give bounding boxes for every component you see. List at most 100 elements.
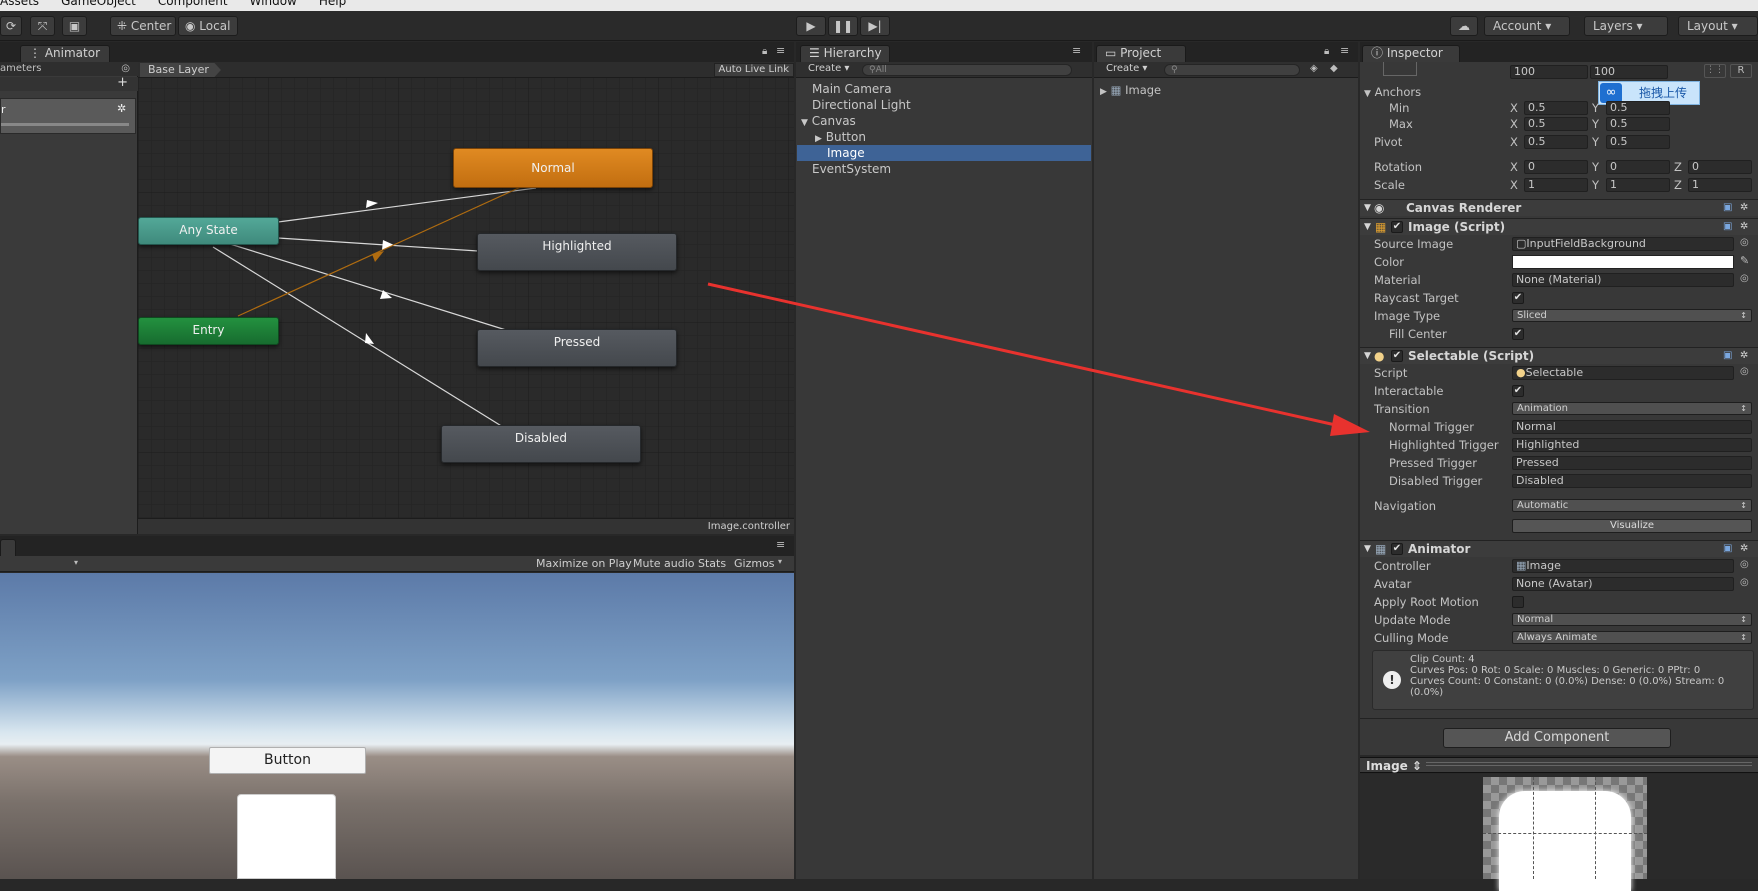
filter-type-icon[interactable]: ◈ [1310, 63, 1318, 74]
game-ui-button[interactable]: Button [209, 747, 366, 774]
normal-trigger-field[interactable]: Normal [1512, 420, 1752, 434]
hierarchy-item-main-camera[interactable]: Main Camera [812, 81, 892, 97]
gear-icon[interactable]: ✲ [117, 102, 126, 115]
image-script-header[interactable]: ▼ ▦ ✔ Image (Script) ▣ ✲ [1360, 218, 1758, 235]
collapse-down-icon[interactable]: ▼ [1364, 200, 1371, 216]
interactable-checkbox[interactable]: ✔ [1512, 385, 1524, 397]
add-component-button[interactable]: Add Component [1443, 728, 1671, 748]
state-pressed[interactable]: Pressed [477, 329, 677, 367]
mute-audio-toggle[interactable]: Mute audio [633, 557, 695, 570]
project-lock-icon[interactable]: 🔒︎ [1324, 46, 1329, 57]
object-picker-icon[interactable]: ◎ [1740, 559, 1749, 570]
animator-component-header[interactable]: ▼ ▦ ✔ Animator ▣ ✲ [1360, 540, 1758, 557]
preview-title[interactable]: Image ⇕ [1366, 759, 1422, 773]
state-entry[interactable]: Entry [138, 317, 279, 345]
menu-help[interactable]: Help [319, 0, 346, 11]
preview-drag-handle[interactable] [1426, 762, 1752, 766]
navigation-dropdown[interactable]: Automatic [1512, 499, 1752, 512]
layer-weight-slider[interactable] [1, 123, 129, 126]
help-book-icon[interactable]: ▣ [1723, 219, 1732, 235]
height-field[interactable]: 100 [1590, 65, 1668, 79]
help-book-icon[interactable]: ▣ [1723, 348, 1732, 364]
script-field[interactable]: ●Selectable [1512, 366, 1734, 380]
collapse-down-icon[interactable]: ▼ [1364, 89, 1371, 99]
tab-animator[interactable]: ⋮ Animator [20, 45, 110, 62]
step-button[interactable]: ▶| [860, 16, 890, 36]
pressed-trigger-field[interactable]: Pressed [1512, 456, 1752, 470]
eye-toggle-icon[interactable]: ◎ [121, 62, 130, 76]
anchor-min-x-field[interactable]: 0.5 [1524, 101, 1588, 115]
rect-tool-icon[interactable]: ▣ [62, 16, 87, 36]
pivot-y-field[interactable]: 0.5 [1606, 135, 1670, 149]
anchor-max-y-field[interactable]: 0.5 [1606, 117, 1670, 131]
object-picker-icon[interactable]: ◎ [1740, 237, 1749, 248]
play-button[interactable]: ▶ [796, 16, 826, 36]
image-type-dropdown[interactable]: Sliced [1512, 309, 1752, 322]
disabled-trigger-field[interactable]: Disabled [1512, 474, 1752, 488]
object-picker-icon[interactable]: ◎ [1740, 273, 1749, 284]
tab-inspector[interactable]: ⓘ Inspector [1362, 45, 1460, 62]
project-item-image[interactable]: ▶ ▦ Image [1100, 82, 1161, 98]
scale-z-field[interactable]: 1 [1688, 178, 1752, 192]
scale-x-field[interactable]: 1 [1524, 178, 1588, 192]
hierarchy-search-input[interactable]: ⚲All [862, 64, 1072, 76]
object-picker-icon[interactable]: ◎ [1740, 577, 1749, 588]
hierarchy-item-image[interactable]: Image [827, 145, 865, 161]
parameters-tab[interactable]: ameters ◎ [0, 62, 138, 76]
gizmos-dropdown[interactable]: Gizmos [734, 557, 775, 570]
state-highlighted[interactable]: Highlighted [477, 233, 677, 271]
pivot-x-field[interactable]: 0.5 [1524, 135, 1588, 149]
raw-edit-button[interactable]: R [1730, 64, 1752, 78]
scale-y-field[interactable]: 1 [1606, 178, 1670, 192]
culling-mode-dropdown[interactable]: Always Animate [1512, 631, 1752, 644]
anchors-label[interactable]: ▼ Anchors [1364, 84, 1421, 100]
hierarchy-menu-icon[interactable]: ≡ [1072, 44, 1081, 57]
apply-root-motion-checkbox[interactable] [1512, 596, 1524, 608]
scale-tool-icon[interactable]: ⤧ [30, 16, 55, 36]
component-gear-icon[interactable]: ✲ [1740, 200, 1748, 216]
material-field[interactable]: None (Material) [1512, 273, 1734, 287]
anchor-min-y-field[interactable]: 0.5 [1606, 101, 1670, 115]
cloud-icon[interactable]: ☁ [1450, 16, 1478, 36]
image-enabled-checkbox[interactable]: ✔ [1391, 221, 1403, 233]
expand-right-icon[interactable]: ▶ [1100, 87, 1107, 97]
lock-icon[interactable]: 🔒︎ [762, 46, 767, 57]
help-book-icon[interactable]: ▣ [1723, 200, 1732, 216]
canvas-renderer-header[interactable]: ▼ ◉ Canvas Renderer ▣ ✲ [1360, 199, 1758, 216]
selectable-enabled-checkbox[interactable]: ✔ [1391, 350, 1403, 362]
component-gear-icon[interactable]: ✲ [1740, 348, 1748, 364]
avatar-field[interactable]: None (Avatar) [1512, 577, 1734, 591]
project-search-input[interactable]: ⚲ [1164, 64, 1300, 76]
raycast-target-checkbox[interactable]: ✔ [1512, 292, 1524, 304]
pause-button[interactable]: ❚❚ [828, 16, 858, 36]
menu-component[interactable]: Component [158, 0, 228, 11]
hierarchy-item-eventsystem[interactable]: EventSystem [812, 161, 891, 177]
help-book-icon[interactable]: ▣ [1723, 541, 1732, 557]
component-gear-icon[interactable]: ✲ [1740, 541, 1748, 557]
selectable-script-header[interactable]: ▼ ● ✔ Selectable (Script) ▣ ✲ [1360, 347, 1758, 364]
state-normal[interactable]: Normal [453, 148, 653, 188]
tab-project[interactable]: ▭ Project [1096, 45, 1186, 62]
highlighted-trigger-field[interactable]: Highlighted [1512, 438, 1752, 452]
animator-graph[interactable]: Base Layer Auto Live Link Normal Any Sta… [138, 62, 794, 534]
gizmos-arrow-icon[interactable]: ▾ [778, 557, 782, 566]
filter-label-icon[interactable]: ◆ [1330, 63, 1338, 74]
project-menu-icon[interactable]: ≡ [1340, 44, 1349, 57]
hierarchy-item-canvas[interactable]: ▼ Canvas [801, 113, 856, 129]
add-parameter-icon[interactable]: + [117, 75, 128, 90]
local-global-button[interactable]: ◉ Local [178, 16, 238, 36]
object-picker-icon[interactable]: ◎ [1740, 366, 1749, 377]
tab-hierarchy[interactable]: ☰ Hierarchy [800, 45, 890, 62]
color-swatch[interactable] [1512, 255, 1734, 269]
visualize-button[interactable]: Visualize [1512, 519, 1752, 533]
state-any-state[interactable]: Any State [138, 217, 279, 245]
project-create-dropdown[interactable]: Create ▾ [1106, 63, 1147, 74]
menu-window[interactable]: Window [250, 0, 297, 11]
game-menu-icon[interactable]: ≡ [776, 538, 785, 551]
controller-field[interactable]: ▦Image [1512, 559, 1734, 573]
eyedropper-icon[interactable]: ✎ [1740, 254, 1749, 267]
layer-item[interactable]: r ✲ [0, 98, 136, 134]
menu-assets[interactable]: Assets [0, 0, 39, 11]
rotation-y-field[interactable]: 0 [1606, 160, 1670, 174]
state-disabled[interactable]: Disabled [441, 425, 641, 463]
